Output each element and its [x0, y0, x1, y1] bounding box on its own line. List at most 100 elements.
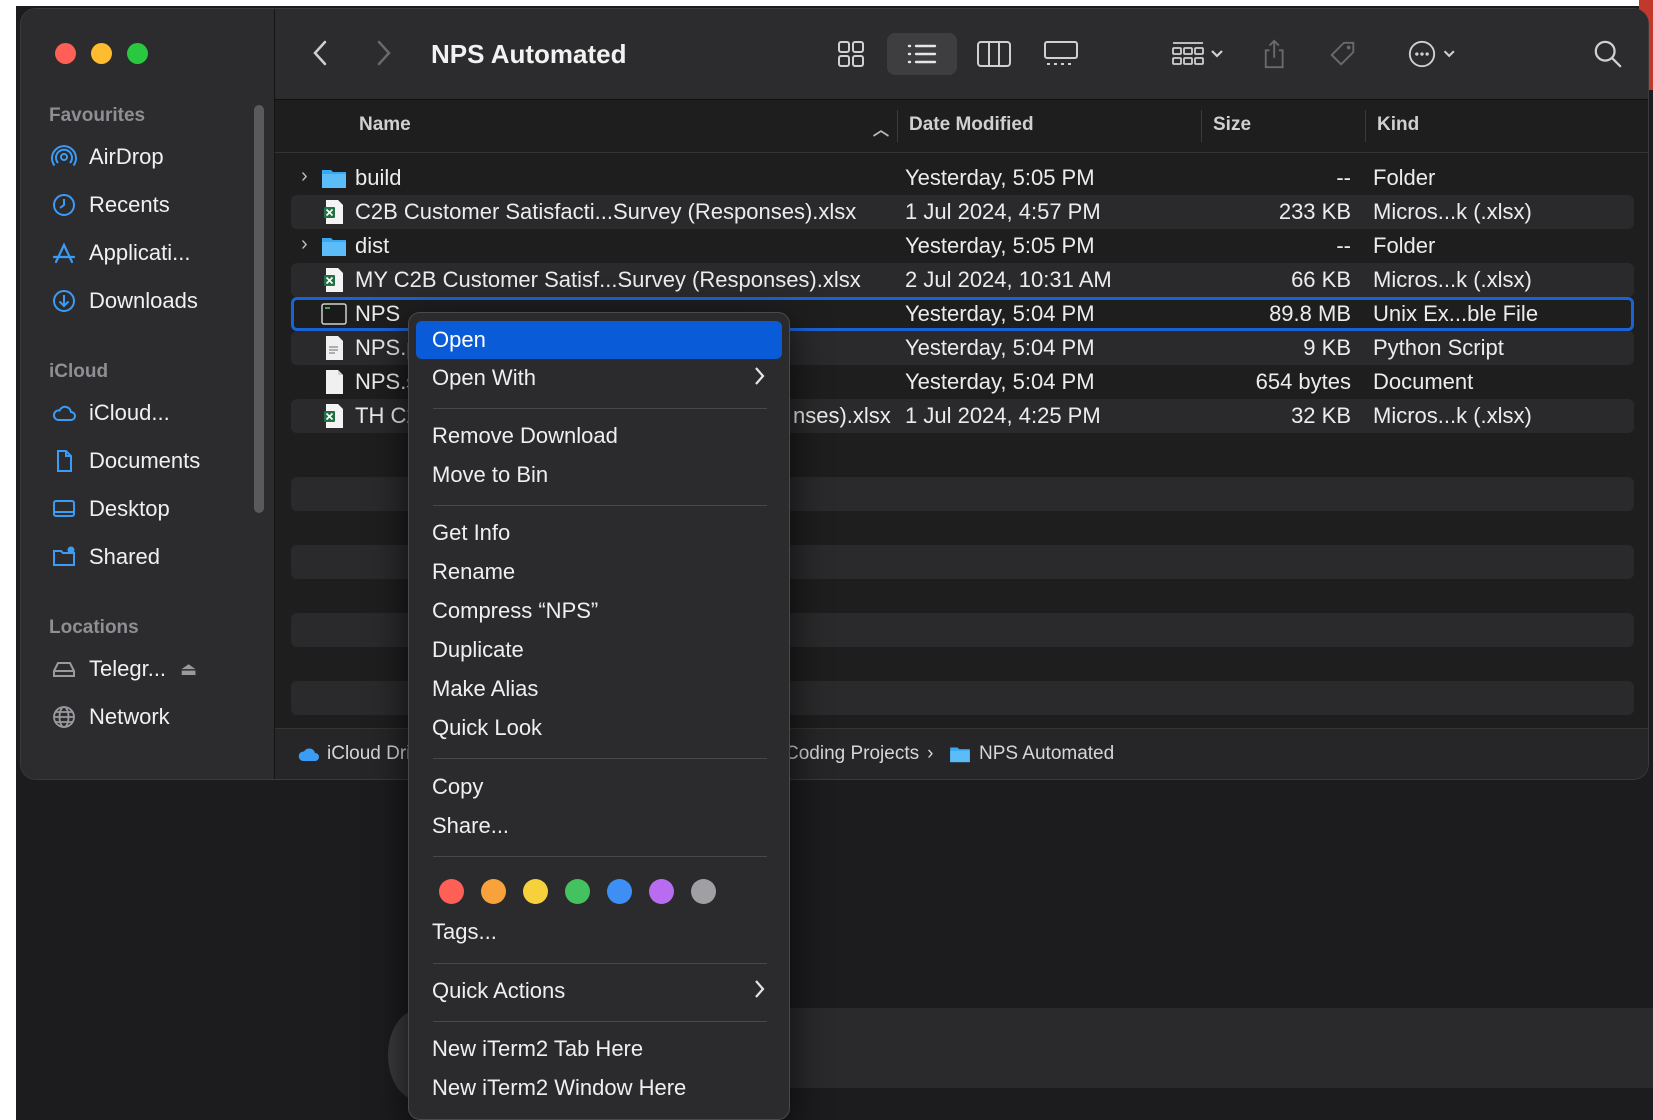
- menu-item-compress[interactable]: Compress “NPS”: [416, 592, 782, 630]
- airdrop-icon: [49, 142, 79, 172]
- folder-icon: [322, 170, 346, 188]
- menu-item-quick-look[interactable]: Quick Look: [416, 709, 782, 747]
- column-view-button[interactable]: [973, 33, 1015, 75]
- icon-view-button[interactable]: [831, 33, 871, 75]
- close-window-button[interactable]: [55, 43, 76, 64]
- sidebar-scrollbar[interactable]: [254, 105, 264, 513]
- tag-color-gray[interactable]: [691, 879, 716, 904]
- file-row-build[interactable]: › build Yesterday, 5:05 PM -- Folder: [291, 161, 1634, 195]
- file-row-c2b-survey[interactable]: C2B Customer Satisfacti...Survey (Respon…: [291, 195, 1634, 229]
- terminal-executable-icon: [321, 303, 347, 325]
- sidebar-item-shared[interactable]: Shared: [49, 537, 249, 577]
- gallery-view-button[interactable]: [1041, 33, 1081, 75]
- menu-item-share[interactable]: Share...: [416, 807, 782, 845]
- column-date-modified[interactable]: Date Modified: [909, 114, 1034, 136]
- menu-item-new-iterm2-window[interactable]: New iTerm2 Window Here: [416, 1069, 782, 1107]
- cloud-icon: [298, 748, 319, 761]
- path-item-nps-automated[interactable]: NPS Automated: [949, 743, 1114, 765]
- globe-icon: [49, 702, 79, 732]
- search-button[interactable]: [1591, 33, 1625, 75]
- menu-item-remove-download[interactable]: Remove Download: [416, 417, 782, 455]
- zoom-window-button[interactable]: [127, 43, 148, 64]
- column-size[interactable]: Size: [1213, 114, 1251, 136]
- forward-button[interactable]: [365, 35, 401, 71]
- column-divider[interactable]: [1365, 110, 1366, 142]
- menu-item-get-info[interactable]: Get Info: [416, 514, 782, 552]
- tag-color-green[interactable]: [565, 879, 590, 904]
- path-item-icloud-drive[interactable]: iCloud Driv: [297, 743, 420, 765]
- menu-item-make-alias[interactable]: Make Alias: [416, 670, 782, 708]
- sidebar: Favourites AirDrop Recents Applicati... …: [21, 9, 275, 779]
- sidebar-item-icloud-drive[interactable]: iCloud...: [49, 393, 249, 433]
- menu-item-move-to-bin[interactable]: Move to Bin: [416, 456, 782, 494]
- column-name[interactable]: Name: [359, 114, 411, 136]
- eject-icon[interactable]: ⏏: [180, 659, 197, 680]
- column-divider[interactable]: [897, 110, 898, 142]
- document-file-icon: [326, 370, 343, 394]
- more-actions-button[interactable]: [1401, 33, 1465, 75]
- share-icon: [1264, 39, 1284, 69]
- menu-item-open[interactable]: Open: [416, 321, 782, 359]
- list-view-button[interactable]: [887, 33, 957, 75]
- sidebar-item-network[interactable]: Network: [49, 697, 249, 737]
- shared-folder-icon: [49, 542, 79, 572]
- minimize-window-button[interactable]: [91, 43, 112, 64]
- menu-item-rename[interactable]: Rename: [416, 553, 782, 591]
- menu-item-tags[interactable]: Tags...: [416, 913, 782, 951]
- column-kind[interactable]: Kind: [1377, 114, 1419, 136]
- sidebar-item-applications[interactable]: Applicati...: [49, 233, 249, 273]
- menu-item-duplicate[interactable]: Duplicate: [416, 631, 782, 669]
- tag-color-yellow[interactable]: [523, 879, 548, 904]
- sidebar-item-documents[interactable]: Documents: [49, 441, 249, 481]
- drive-icon: [49, 654, 79, 684]
- tag-color-red[interactable]: [439, 879, 464, 904]
- list-icon: [907, 44, 937, 64]
- disclosure-triangle-icon[interactable]: ›: [301, 233, 308, 256]
- sidebar-item-recents[interactable]: Recents: [49, 185, 249, 225]
- python-file-icon: [326, 336, 343, 360]
- menu-item-copy[interactable]: Copy: [416, 768, 782, 806]
- file-row-my-c2b-survey[interactable]: MY C2B Customer Satisf...Survey (Respons…: [291, 263, 1634, 297]
- tag-button[interactable]: [1323, 33, 1363, 75]
- tag-color-purple[interactable]: [649, 879, 674, 904]
- window-title: NPS Automated: [431, 39, 627, 69]
- sidebar-item-label: Recents: [89, 192, 170, 217]
- share-button[interactable]: [1257, 33, 1291, 75]
- column-header: Name ︿ Date Modified Size Kind: [275, 100, 1648, 153]
- sidebar-item-label: Documents: [89, 448, 201, 473]
- tag-color-blue[interactable]: [607, 879, 632, 904]
- menu-item-open-with[interactable]: Open With: [416, 359, 782, 397]
- menu-item-new-iterm2-tab[interactable]: New iTerm2 Tab Here: [416, 1030, 782, 1068]
- path-item-coding-projects[interactable]: Coding Projects ›: [785, 743, 941, 765]
- sidebar-item-downloads[interactable]: Downloads: [49, 281, 249, 321]
- file-row-dist[interactable]: › dist Yesterday, 5:05 PM -- Folder: [291, 229, 1634, 263]
- desktop-left-strip: [0, 0, 16, 1120]
- cloud-icon: [49, 398, 79, 428]
- menu-separator: [433, 1021, 767, 1022]
- sidebar-item-telegram-drive[interactable]: Telegr... ⏏: [49, 649, 249, 689]
- sidebar-item-airdrop[interactable]: AirDrop: [49, 137, 249, 177]
- chevron-right-icon: [754, 978, 766, 1006]
- disclosure-triangle-icon[interactable]: ›: [301, 165, 308, 188]
- sidebar-item-label: Desktop: [89, 496, 170, 521]
- folder-icon: [322, 238, 346, 256]
- tag-icon: [1330, 41, 1355, 66]
- sidebar-item-label: Downloads: [89, 288, 198, 313]
- tag-color-orange[interactable]: [481, 879, 506, 904]
- clock-icon: [49, 190, 79, 220]
- menu-separator: [433, 856, 767, 857]
- sidebar-item-label: Telegr...: [89, 656, 167, 681]
- group-by-button[interactable]: [1165, 33, 1229, 75]
- ellipsis-circle-icon: [1408, 40, 1455, 68]
- toolbar: NPS Automated: [275, 9, 1648, 100]
- group-icon: [1172, 42, 1223, 65]
- menu-item-quick-actions[interactable]: Quick Actions: [416, 972, 782, 1010]
- sidebar-section-icloud: iCloud: [49, 361, 109, 382]
- back-button[interactable]: [303, 35, 339, 71]
- columns-icon: [977, 41, 1011, 67]
- sidebar-item-label: iCloud...: [89, 400, 170, 425]
- sidebar-item-desktop[interactable]: Desktop: [49, 489, 249, 529]
- folder-icon: [950, 747, 970, 763]
- grid-icon: [838, 41, 864, 67]
- column-divider[interactable]: [1201, 110, 1202, 142]
